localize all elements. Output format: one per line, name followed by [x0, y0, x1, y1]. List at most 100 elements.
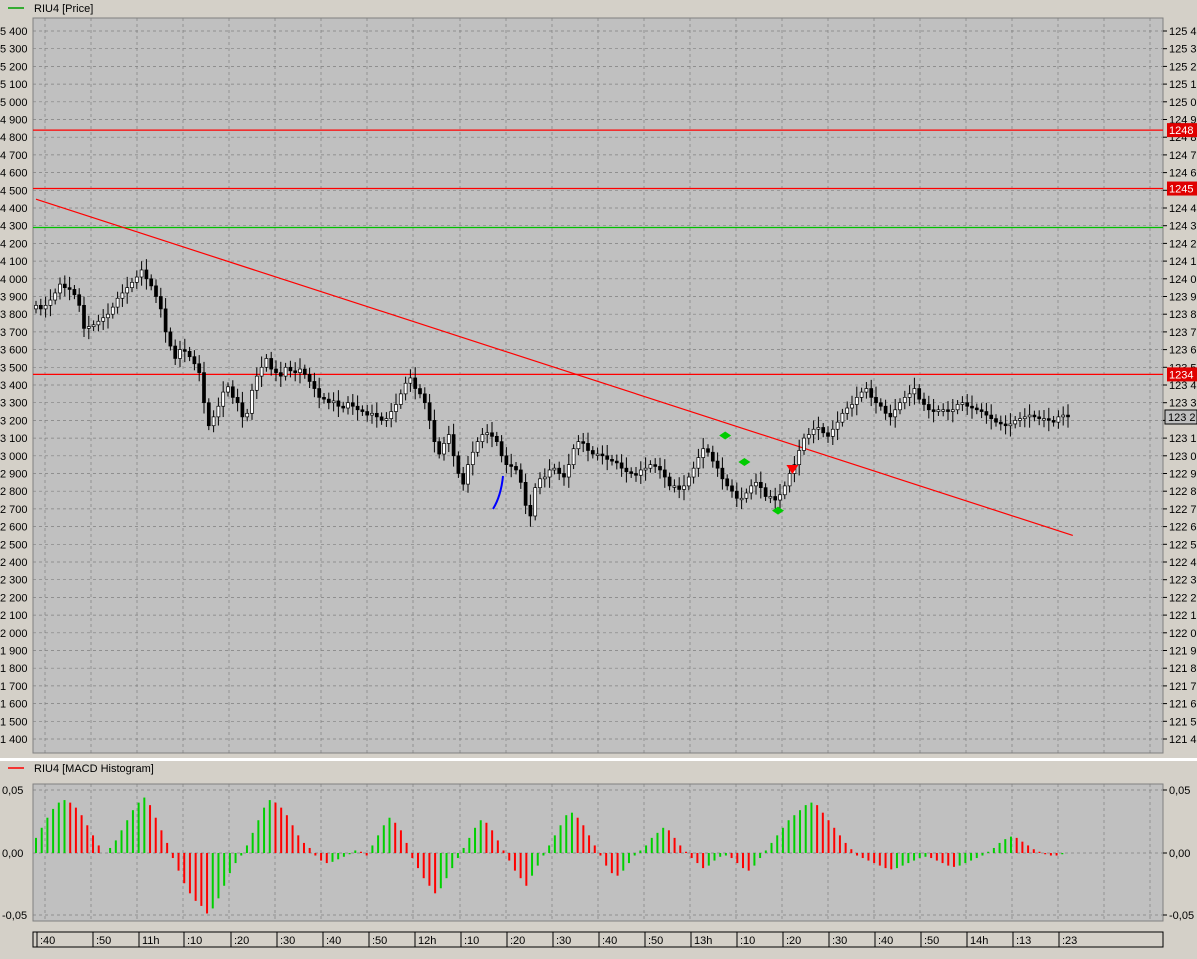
candle-body — [494, 435, 499, 442]
macd-legend: RIU4 [MACD Histogram] — [34, 763, 154, 775]
price-tick-right: 124 7 — [1169, 150, 1197, 162]
macd-tick-right: 0,00 — [1169, 848, 1190, 860]
price-tick-left: 3 500 — [0, 362, 28, 374]
time-label: :10 — [740, 935, 755, 947]
candle-body — [835, 421, 840, 430]
price-tick-right: 122 5 — [1169, 539, 1197, 551]
candle-body — [504, 455, 509, 465]
candle-body — [259, 366, 264, 377]
candle-body — [43, 305, 48, 310]
time-label: :40 — [602, 935, 617, 947]
candle-body — [1003, 423, 1008, 427]
candle-body — [346, 402, 350, 409]
candle-body — [816, 427, 821, 430]
candle-body — [1066, 414, 1070, 418]
price-tick-left: 2 600 — [0, 522, 28, 534]
candle-body — [413, 377, 418, 389]
candle-body — [994, 418, 998, 423]
price-tick-left: 3 800 — [0, 309, 28, 321]
candle-body — [936, 409, 941, 412]
candle-body — [302, 368, 307, 375]
candle-body — [691, 467, 696, 478]
candle-body — [163, 308, 168, 333]
candle-body — [782, 485, 787, 496]
candle-body — [998, 421, 1003, 425]
candle-body — [226, 386, 230, 393]
candle-body — [125, 287, 130, 294]
price-tick-left: 3 200 — [0, 415, 28, 427]
price-tick-right: 121 5 — [1169, 716, 1197, 728]
candle-body — [384, 418, 389, 421]
candle-body — [864, 388, 869, 393]
time-label: :50 — [96, 935, 111, 947]
candle-body — [850, 404, 854, 409]
candle-body — [437, 441, 442, 455]
candle-body — [1013, 420, 1018, 425]
price-tick-right: 122 2 — [1169, 592, 1197, 604]
price-tick-right: 121 6 — [1169, 699, 1197, 711]
candle-body — [989, 414, 994, 419]
candle-body — [557, 467, 562, 474]
price-tick-right: 122 3 — [1169, 575, 1197, 587]
candle-body — [821, 427, 826, 434]
candle-body — [480, 434, 485, 442]
time-label: :40 — [40, 935, 55, 947]
candle-body — [763, 487, 768, 497]
candle-body — [922, 398, 926, 405]
time-label: :50 — [372, 935, 387, 947]
price-tick-right: 123 1 — [1169, 433, 1197, 445]
candle-body — [648, 464, 653, 469]
candle-body — [331, 400, 336, 404]
candle-body — [658, 466, 662, 471]
candle-body — [312, 381, 317, 389]
candle-body — [902, 397, 907, 404]
price-tick-right: 124 1 — [1169, 256, 1197, 268]
time-label: :10 — [187, 935, 202, 947]
candle-body — [456, 455, 461, 474]
time-axis-labels: :40:50 11h:10:20:30:40:50 12h:10:20:30:40:… — [36, 932, 1077, 947]
candle-body — [595, 453, 600, 456]
time-label: :10 — [464, 935, 479, 947]
candle-body — [576, 441, 581, 450]
price-tick-left: 1 600 — [0, 699, 28, 711]
candle-body — [120, 292, 125, 299]
price-tick-left: 1 700 — [0, 681, 28, 693]
candle-body — [960, 402, 965, 405]
candle-body — [706, 448, 710, 453]
candle-body — [912, 388, 917, 395]
candle-body — [773, 496, 778, 501]
candle-body — [470, 451, 475, 466]
candle-body — [341, 405, 346, 409]
candle-body — [686, 476, 691, 487]
candle-body — [605, 455, 610, 460]
candle-body — [298, 368, 302, 373]
time-label: :20 — [234, 935, 249, 947]
candle-body — [317, 388, 322, 398]
candle-body — [475, 441, 480, 453]
price-tick-left: 2 500 — [0, 539, 28, 551]
time-label: 11h — [142, 935, 160, 947]
time-label: :50 — [924, 935, 939, 947]
candle-body — [946, 409, 950, 412]
candle-body — [48, 299, 53, 306]
price-tick-right: 123 4 — [1169, 380, 1197, 392]
candle-body — [250, 389, 254, 414]
macd-tick-left: 0,05 — [2, 785, 23, 797]
time-label: 13h — [694, 935, 712, 947]
candle-body — [101, 317, 106, 322]
candle-body — [778, 494, 782, 501]
price-tick-left: 3 900 — [0, 292, 28, 304]
candle-body — [77, 294, 82, 306]
price-tick-right: 123 0 — [1169, 451, 1197, 463]
candle-body — [802, 437, 806, 451]
price-tick-left: 3 000 — [0, 451, 28, 463]
price-tick-right: 121 9 — [1169, 646, 1197, 658]
price-tick-left: 4 700 — [0, 150, 28, 162]
candle-body — [326, 398, 331, 404]
candle-body — [878, 402, 883, 407]
price-tick-left: 4 000 — [0, 274, 28, 286]
candle-body — [394, 404, 398, 412]
price-tick-right: 121 4 — [1169, 734, 1197, 746]
candle-body — [38, 305, 43, 310]
candle-body — [859, 391, 864, 398]
